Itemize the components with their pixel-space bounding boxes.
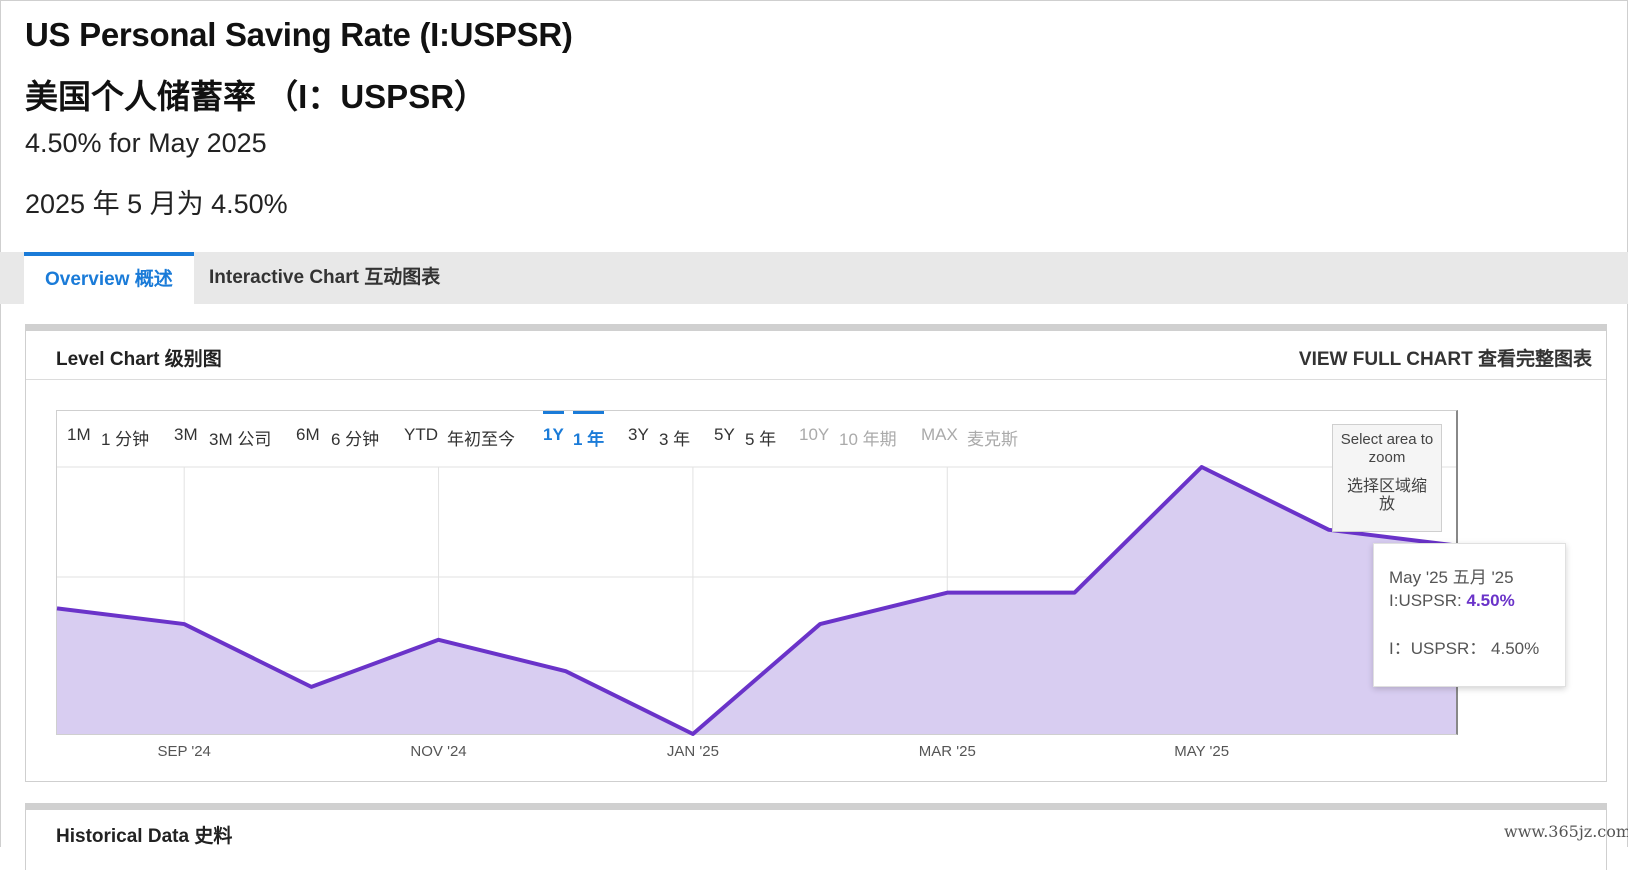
tooltip-date: May '25 五月 '25 [1389, 568, 1514, 587]
x-tick-label: SEP '24 [157, 743, 211, 760]
x-tick-label: MAR '25 [918, 743, 976, 760]
tooltip-series-value: 4.50% [1466, 591, 1515, 610]
tooltip-zh-line: I：USPSR： 4.50% [1389, 639, 1540, 658]
zoom-hint-zh: 选择区域缩放 [1346, 478, 1427, 513]
tooltip-series-label: I:USPSR: [1389, 591, 1462, 610]
tooltip-value-row: I:USPSR: 4.50% [1389, 591, 1515, 611]
series-area [57, 467, 1456, 734]
zoom-hint: Select area to zoom 选择区域缩放 [1332, 424, 1442, 532]
chart-tooltip: May '25 五月 '25 I:USPSR: 4.50% I：USPSR： 4… [1373, 543, 1566, 687]
x-tick-label: NOV '24 [410, 743, 467, 760]
zoom-hint-en: Select area to zoom [1340, 431, 1434, 466]
historical-data-title: Historical Data 史料 [56, 826, 233, 847]
x-tick-label: MAY '25 [1174, 743, 1230, 760]
watermark: www.365jz.com [1504, 822, 1628, 841]
historical-data-panel: Historical Data 史料 [25, 803, 1607, 870]
x-tick-label: JAN '25 [666, 743, 719, 760]
